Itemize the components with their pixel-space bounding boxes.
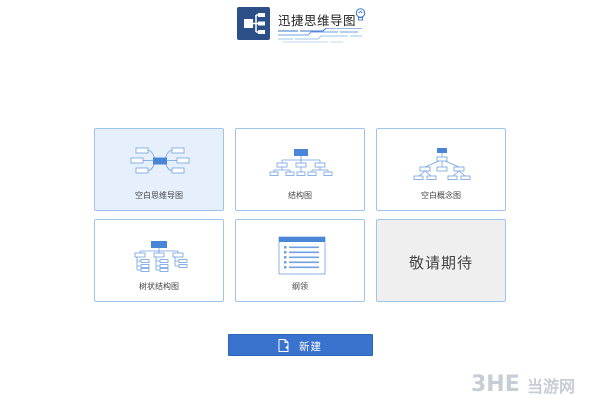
watermark-text: 当游网 [527, 377, 576, 396]
template-card-blank-concept-map[interactable]: 空白概念图 [376, 128, 506, 211]
concept-map-icon [413, 148, 471, 180]
coming-soon-label: 敬请期待 [408, 254, 473, 272]
template-card-structure[interactable]: 结构图 [235, 128, 365, 211]
mindmap-logo-icon [244, 13, 265, 34]
template-card-coming-soon: 敬请期待 [376, 219, 506, 302]
template-label: 纲领 [292, 282, 308, 291]
new-button-label: 新建 [299, 341, 322, 353]
svg-text:3HE: 3HE [471, 372, 520, 395]
app-header: 迅捷思维导图 [237, 7, 377, 45]
tree-chart-icon [134, 241, 188, 272]
lightbulb-icon [355, 8, 366, 21]
org-chart-icon [269, 149, 333, 176]
template-label: 结构图 [288, 191, 312, 200]
new-button[interactable]: 新建 [228, 334, 373, 356]
outline-icon [278, 236, 326, 275]
watermark: 3HE 当游网 [471, 368, 596, 398]
mindmap-icon [130, 147, 190, 174]
template-card-blank-mindmap[interactable]: 空白思维导图 [94, 128, 224, 211]
watermark-logo-icon: 3HE [471, 372, 520, 395]
template-label: 空白概念图 [421, 191, 461, 200]
template-card-outline[interactable]: 纲领 [235, 219, 365, 302]
template-card-tree-structure[interactable]: 树状结构图 [94, 219, 224, 302]
app-logo [237, 7, 270, 40]
new-file-icon [278, 339, 289, 352]
app-title: 迅捷思维导图 [278, 13, 357, 28]
template-label: 树状结构图 [139, 282, 179, 291]
circuit-decoration-icon [278, 28, 362, 43]
template-label: 空白思维导图 [135, 191, 183, 200]
